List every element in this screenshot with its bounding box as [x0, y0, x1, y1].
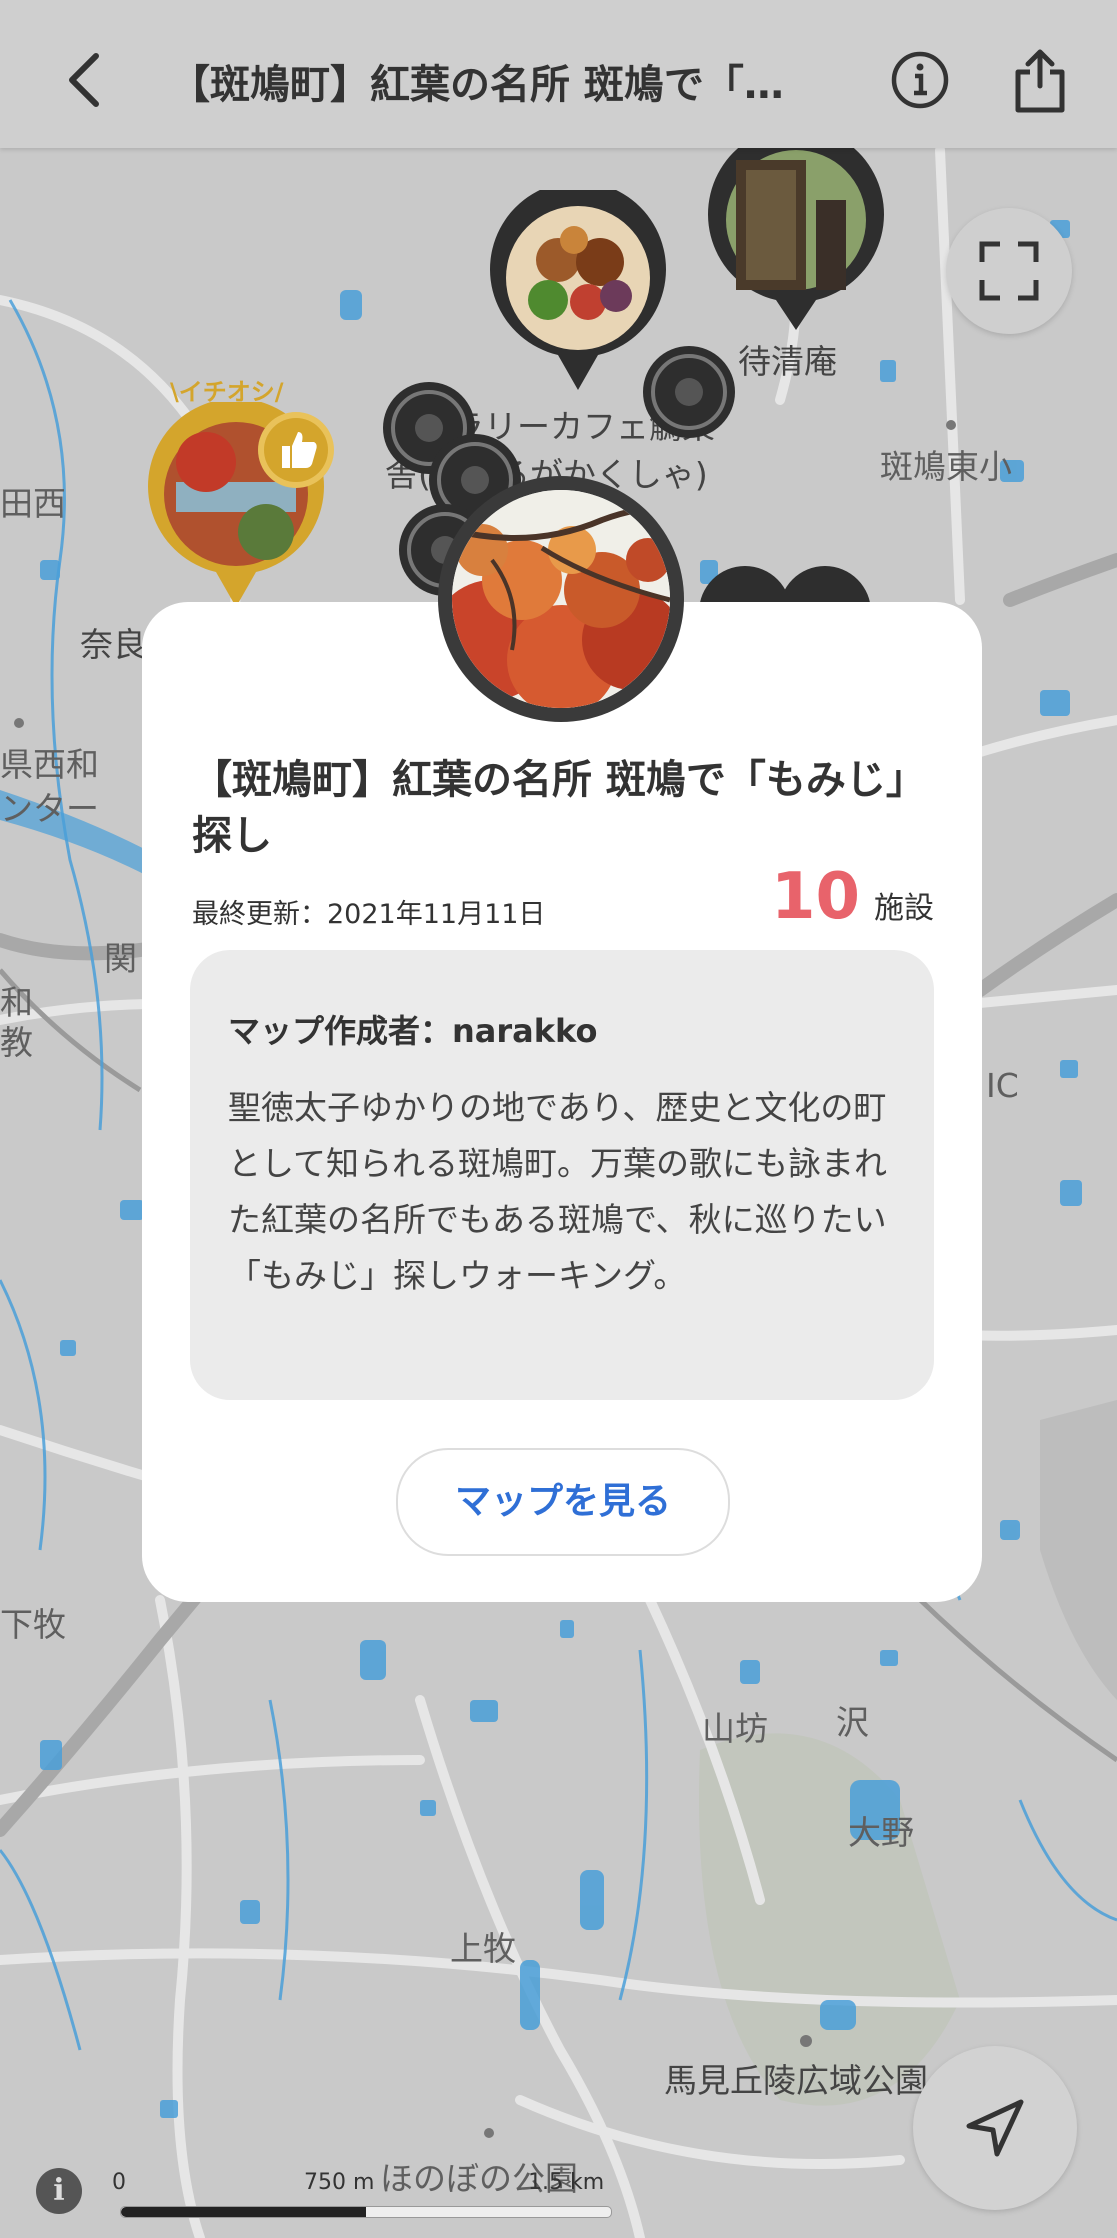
- map-label-ono: 大野: [848, 1813, 914, 1852]
- map-pin-featured[interactable]: [146, 402, 346, 612]
- chevron-left-icon[interactable]: [60, 50, 110, 110]
- view-map-button[interactable]: マップを見る: [396, 1448, 730, 1556]
- map-pin-seiseian-photo[interactable]: [706, 140, 886, 340]
- map-label-ken-nishiwa: 県西和: [0, 745, 99, 784]
- map-label-ic: IC: [986, 1066, 1019, 1105]
- navigation-arrow-icon: [966, 2099, 1024, 2157]
- map-label-kamimaki: 上牧: [450, 1929, 516, 1968]
- poi-dot: [484, 2128, 494, 2138]
- last-updated: 最終更新：2021年11月11日: [192, 899, 546, 930]
- poi-dot: [14, 718, 24, 728]
- top-bar: 【斑鳩町】紅葉の名所 斑鳩で「…: [0, 0, 1117, 148]
- poi-dot: [800, 2035, 812, 2047]
- scale-label-1500m: 1.5 km: [528, 2170, 605, 2195]
- map-label-center: ンター: [0, 789, 99, 828]
- map-label-kyo: 教: [0, 1023, 33, 1062]
- map-label-seiseian: 待清庵: [738, 342, 837, 381]
- description-box: マップ作成者：narakko 聖徳太子ゆかりの地であり、歴史と文化の町として知ら…: [190, 950, 934, 1400]
- map-cover-photo: [438, 476, 684, 722]
- poi-dot: [946, 420, 956, 430]
- map-author: マップ作成者：narakko: [228, 1012, 598, 1050]
- scale-label-0: 0: [112, 2170, 126, 2195]
- facility-count: 10 施設: [771, 860, 934, 934]
- map-label-yamabo: 山坊: [702, 1709, 768, 1748]
- map-label-ikaruga-higashi: 斑鳩東小: [880, 447, 1012, 486]
- facility-count-unit: 施設: [874, 891, 934, 926]
- map-title: 【斑鳩町】紅葉の名所 斑鳩で「もみじ」探し: [192, 757, 926, 859]
- map-label-sawa: 沢: [836, 1703, 869, 1742]
- info-circle-icon[interactable]: [890, 50, 950, 110]
- fullscreen-button[interactable]: [946, 208, 1072, 334]
- share-icon[interactable]: [1010, 48, 1070, 114]
- map-description: 聖徳太子ゆかりの地であり、歴史と文化の町として知られる斑鳩町。万葉の歌にも詠まれ…: [228, 1088, 888, 1295]
- map-label-tanishi: 田西: [0, 484, 66, 523]
- map-label-umami: 馬見丘陵広域公園: [664, 2061, 928, 2100]
- map-label-shimomaki: 下牧: [0, 1605, 66, 1644]
- scale-bar: [120, 2206, 612, 2218]
- current-location-button[interactable]: [913, 2046, 1077, 2210]
- fullscreen-icon: [979, 241, 1039, 301]
- facility-count-number: 10: [770, 860, 860, 934]
- page-title: 【斑鳩町】紅葉の名所 斑鳩で「…: [170, 62, 784, 108]
- scale-label-750m: 750 m: [304, 2170, 375, 2195]
- map-info-card: 【斑鳩町】紅葉の名所 斑鳩で「もみじ」探し 最終更新：2021年11月11日 1…: [142, 602, 982, 1602]
- map-label-seki: 関: [104, 939, 137, 978]
- maple-photo: [452, 490, 670, 708]
- attribution-info-icon[interactable]: i: [36, 2168, 82, 2214]
- map-scale: i 0 750 m 1.5 km: [36, 2160, 636, 2230]
- map-pin-food-photo[interactable]: [488, 190, 668, 400]
- map-label-nara: 奈良: [80, 625, 146, 664]
